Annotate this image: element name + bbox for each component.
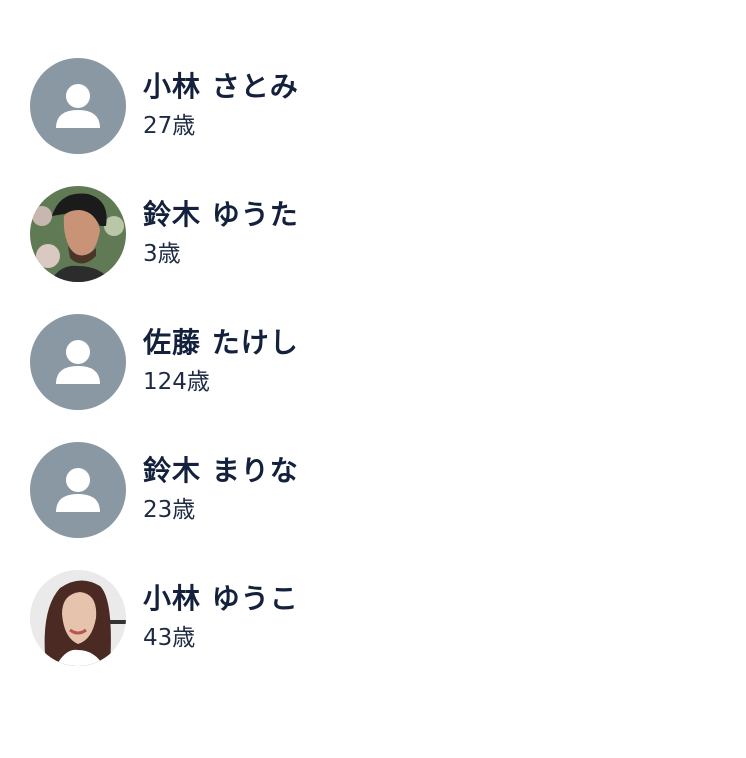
list-item[interactable]: 鈴木 ゆうた 3歳 [30, 186, 720, 282]
avatar-photo [30, 570, 126, 666]
list-item[interactable]: 鈴木 まりな 23歳 [30, 442, 720, 538]
avatar [30, 442, 126, 538]
user-age: 43歳 [143, 625, 196, 651]
person-placeholder-icon [30, 314, 126, 410]
user-age: 3歳 [143, 241, 181, 267]
user-name: 佐藤 たけし [143, 326, 299, 359]
user-list: 小林 さとみ 27歳 鈴木 ゆうた 3歳 佐藤 たけし 124歳 鈴木 まりな … [30, 58, 720, 698]
avatar [30, 570, 126, 666]
person-placeholder-icon [30, 58, 126, 154]
user-name: 小林 さとみ [143, 70, 299, 103]
list-item[interactable]: 小林 ゆうこ 43歳 [30, 570, 720, 666]
person-placeholder-icon [30, 442, 126, 538]
user-name: 鈴木 ゆうた [143, 198, 299, 231]
avatar [30, 58, 126, 154]
user-age: 124歳 [143, 369, 210, 395]
list-item[interactable]: 小林 さとみ 27歳 [30, 58, 720, 154]
user-name: 小林 ゆうこ [143, 582, 299, 615]
user-age: 27歳 [143, 113, 196, 139]
list-item[interactable]: 佐藤 たけし 124歳 [30, 314, 720, 410]
avatar-photo [30, 186, 126, 282]
user-age: 23歳 [143, 497, 196, 523]
user-name: 鈴木 まりな [143, 454, 299, 487]
avatar [30, 186, 126, 282]
avatar [30, 314, 126, 410]
